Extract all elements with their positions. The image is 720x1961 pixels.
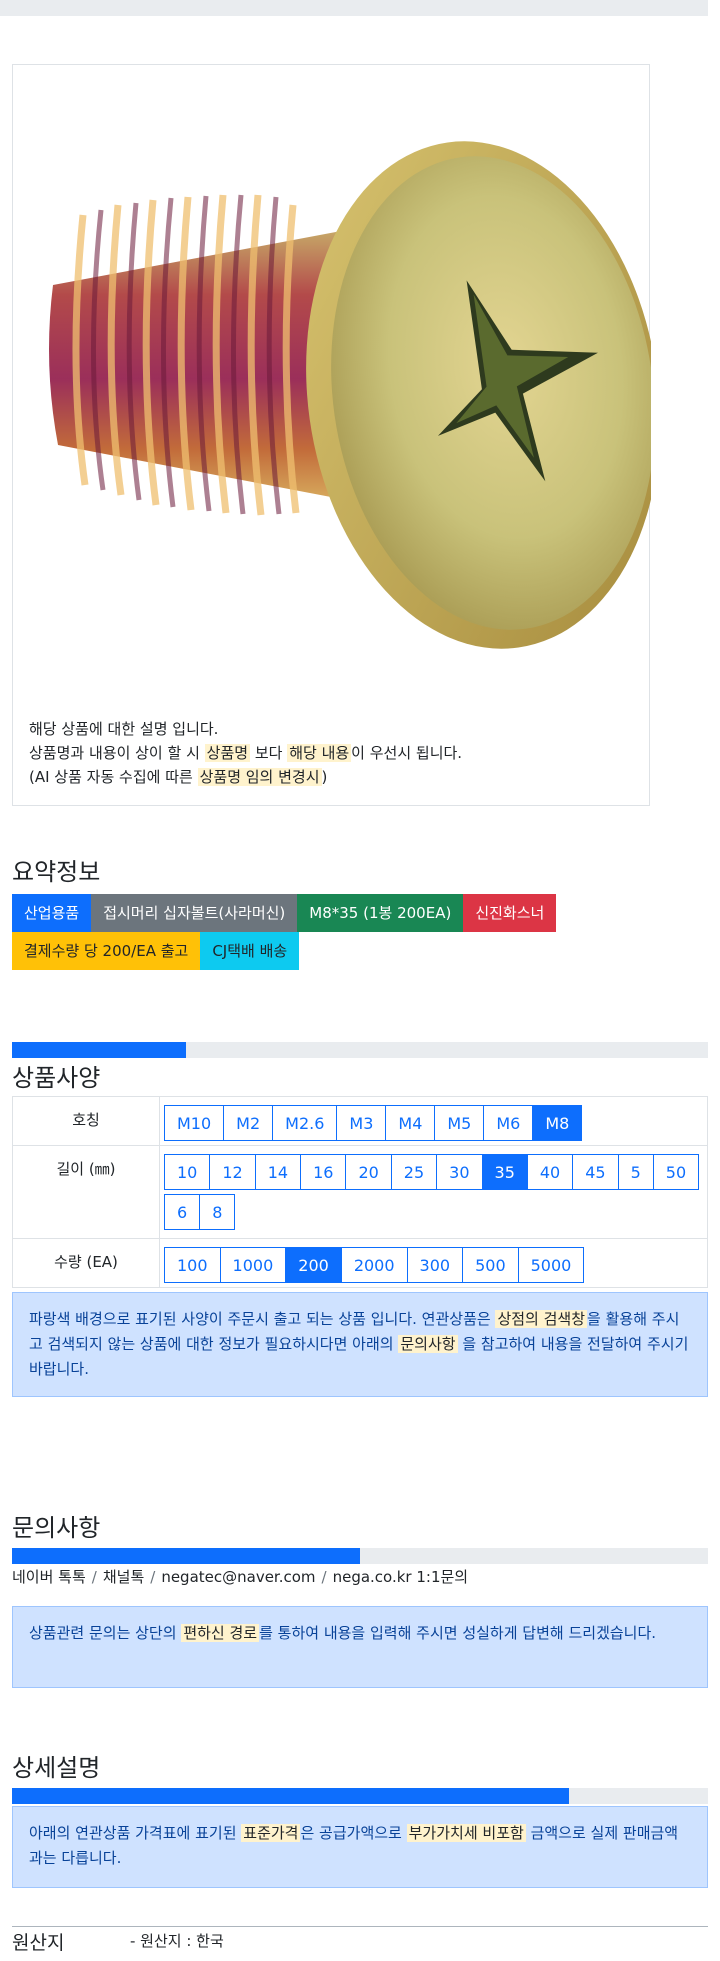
highlight-standard-price: 표준가격 — [241, 1824, 301, 1842]
spec-option-button[interactable]: 10 — [164, 1154, 211, 1190]
spec-option-button[interactable]: 2000 — [340, 1247, 408, 1283]
notice-text: 아래의 연관상품 가격표에 표기된 — [29, 1824, 242, 1842]
badge-delivery: CJ택배 배송 — [200, 932, 300, 970]
spec-option-button[interactable]: M8 — [532, 1105, 583, 1141]
spec-option-button[interactable]: M3 — [336, 1105, 387, 1141]
badge-category: 산업용품 — [12, 894, 92, 932]
summary-badges: 산업용품 접시머리 십자볼트(사라머신) M8*35 (1봉 200EA) 신진… — [12, 894, 712, 970]
channel-website[interactable]: nega.co.kr 1:1문의 — [333, 1568, 469, 1586]
desc-line-1: 해당 상품에 대한 설명 입니다. — [29, 720, 219, 738]
spec-option-button[interactable]: 8 — [199, 1194, 236, 1230]
spec-label: 호칭 — [12, 1096, 160, 1146]
spec-option-button[interactable]: 5000 — [517, 1247, 585, 1283]
bolt-illustration — [49, 141, 660, 649]
channel-chat[interactable]: 채널톡 — [103, 1568, 144, 1586]
spec-option-button[interactable]: M6 — [483, 1105, 534, 1141]
inquiry-title: 문의사항 — [12, 1514, 101, 1542]
desc-text: ) — [321, 768, 328, 786]
spec-option-button[interactable]: 5 — [617, 1154, 654, 1190]
spec-label: 수량 (EA) — [12, 1238, 160, 1288]
spec-option-button[interactable]: M4 — [385, 1105, 436, 1141]
highlight-search: 상점의 검색창 — [495, 1310, 588, 1328]
spec-option-button[interactable]: 16 — [300, 1154, 347, 1190]
highlight-route: 편하신 경로 — [181, 1624, 260, 1642]
spec-option-button[interactable]: 45 — [572, 1154, 619, 1190]
spec-option-button[interactable]: 14 — [254, 1154, 302, 1190]
channel-email[interactable]: negatec@naver.com — [161, 1568, 315, 1586]
inquiry-notice: 상품관련 문의는 상단의 편하신 경로 를 통하여 내용을 입력해 주시면 성실하… — [12, 1606, 708, 1688]
spec-option-button[interactable]: 40 — [526, 1154, 574, 1190]
desc-line-3: (AI 상품 자동 수집에 따른 상품명 임의 변경시) — [29, 765, 462, 789]
spec-option-button[interactable]: 6 — [164, 1194, 201, 1230]
notice-text: 파랑색 배경으로 표기된 사양이 주문시 출고 되는 상품 입니다. 연관상품은 — [29, 1310, 496, 1328]
summary-title: 요약정보 — [12, 858, 101, 886]
spec-option-button[interactable]: 25 — [390, 1154, 438, 1190]
product-description: 해당 상품에 대한 설명 입니다. 상품명과 내용이 상이 할 시 상품명 보다… — [29, 717, 462, 789]
top-progress-bar — [0, 0, 708, 16]
spec-notice: 파랑색 배경으로 표기된 사양이 주문시 출고 되는 상품 입니다. 연관상품은… — [12, 1292, 708, 1397]
spec-option-button[interactable]: 35 — [481, 1154, 528, 1190]
highlight-content: 해당 내용 — [287, 744, 352, 762]
separator: / — [91, 1568, 97, 1586]
spec-row-length: 길이 (㎜) 10 12 14 16 20 25 30 35 40 45 5 50 6 8 — [12, 1145, 708, 1239]
desc-text: 상품명과 내용이 상이 할 시 — [29, 744, 205, 762]
origin-value: - 원산지 : 한국 — [130, 1932, 224, 1950]
spec-option-button[interactable]: M5 — [434, 1105, 485, 1141]
detail-notice: 아래의 연관상품 가격표에 표기된 표준가격 은 공급가액으로 부가가치세 비포함… — [12, 1806, 708, 1888]
desc-text: 이 우선시 됩니다. — [351, 744, 463, 762]
spec-option-button[interactable]: 20 — [345, 1154, 392, 1190]
spec-title: 상품사양 — [12, 1064, 101, 1092]
product-image — [13, 65, 660, 685]
badge-shipping-qty: 결제수량 당 200/EA 출고 — [12, 932, 201, 970]
inquiry-progress — [12, 1548, 708, 1564]
spec-option-button[interactable]: 12 — [209, 1154, 256, 1190]
highlight-vat-excluded: 부가가치세 비포함 — [406, 1824, 526, 1842]
highlight-product-name: 상품명 — [204, 744, 251, 762]
notice-text: 은 공급가액으로 — [300, 1824, 407, 1842]
detail-title: 상세설명 — [12, 1754, 101, 1782]
highlight-name-change: 상품명 임의 변경시 — [197, 768, 322, 786]
spec-option-button[interactable]: M2 — [223, 1105, 274, 1141]
spec-row-size: 호칭 M10 M2 M2.6 M3 M4 M5 M6 M8 — [12, 1096, 708, 1146]
spec-progress-fill — [12, 1042, 186, 1058]
spec-option-button[interactable]: 200 — [285, 1247, 342, 1283]
spec-options: M10 M2 M2.6 M3 M4 M5 M6 M8 — [159, 1096, 708, 1146]
spec-row-quantity: 수량 (EA) 100 1000 200 2000 300 500 5000 — [12, 1238, 708, 1288]
desc-text: 보다 — [250, 744, 288, 762]
inquiry-progress-fill — [12, 1548, 360, 1564]
channel-naver-talk[interactable]: 네이버 톡톡 — [12, 1568, 86, 1586]
badge-brand: 신진화스너 — [463, 894, 557, 932]
separator: / — [321, 1568, 327, 1586]
spec-label: 길이 (㎜) — [12, 1145, 160, 1239]
spec-option-button[interactable]: 1000 — [219, 1247, 287, 1283]
badge-product-type: 접시머리 십자볼트(사라머신) — [91, 894, 298, 932]
product-card: 해당 상품에 대한 설명 입니다. 상품명과 내용이 상이 할 시 상품명 보다… — [12, 64, 660, 806]
spec-options: 100 1000 200 2000 300 500 5000 — [159, 1238, 708, 1288]
spec-option-button[interactable]: 50 — [652, 1154, 700, 1190]
spec-option-button[interactable]: 300 — [406, 1247, 464, 1283]
detail-progress — [12, 1788, 708, 1804]
badge-spec: M8*35 (1봉 200EA) — [297, 894, 464, 932]
spec-option-button[interactable]: 30 — [436, 1154, 483, 1190]
desc-text: (AI 상품 자동 수집에 따른 — [29, 768, 198, 786]
spec-option-button[interactable]: 100 — [164, 1247, 221, 1283]
contact-channels: 네이버 톡톡 / 채널톡 / negatec@naver.com / nega.co.kr … — [12, 1566, 468, 1587]
notice-text: 를 통하여 내용을 입력해 주시면 성실하게 답변해 드리겠습니다. — [259, 1624, 657, 1642]
spec-table: 호칭 M10 M2 M2.6 M3 M4 M5 M6 M8 길이 (㎜) 10 12 14 16 20… — [12, 1096, 708, 1288]
spec-option-button[interactable]: M10 — [164, 1105, 225, 1141]
origin-label: 원산지 — [12, 1932, 65, 1954]
notice-text: 상품관련 문의는 상단의 — [29, 1624, 182, 1642]
desc-line-2: 상품명과 내용이 상이 할 시 상품명 보다 해당 내용 이 우선시 됩니다. — [29, 741, 462, 765]
origin-divider — [12, 1926, 708, 1927]
detail-progress-fill — [12, 1788, 569, 1804]
spec-option-button[interactable]: 500 — [462, 1247, 519, 1283]
spec-options: 10 12 14 16 20 25 30 35 40 45 5 50 6 8 — [159, 1145, 708, 1239]
spec-option-button[interactable]: M2.6 — [272, 1105, 338, 1141]
separator: / — [150, 1568, 156, 1586]
highlight-inquiry: 문의사항 — [398, 1335, 458, 1353]
spec-progress — [12, 1042, 708, 1058]
